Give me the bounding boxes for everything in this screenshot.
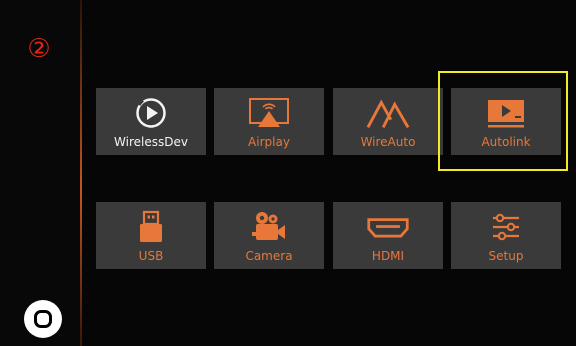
airplay-icon (247, 96, 291, 130)
camera-icon (247, 210, 291, 244)
launcher-screen: ② WirelessDev Airplay WireAuto Autolink … (0, 0, 576, 346)
tile-setup[interactable]: Setup (451, 202, 561, 269)
tile-label: WireAuto (360, 135, 416, 149)
sidebar-divider (80, 0, 82, 346)
tile-label: USB (138, 249, 164, 263)
tile-label: WirelessDev (114, 135, 188, 149)
tile-label: Camera (245, 249, 293, 263)
home-button[interactable] (24, 300, 62, 338)
tile-usb[interactable]: USB (96, 202, 206, 269)
tile-label: Airplay (248, 135, 290, 149)
sidebar: ② (0, 0, 80, 346)
usb-drive-icon (129, 210, 173, 244)
sliders-icon (484, 210, 528, 244)
tile-hdmi[interactable]: HDMI (333, 202, 443, 269)
hdmi-port-icon (366, 210, 410, 244)
wireauto-mountain-icon (366, 96, 410, 130)
wireless-play-icon (129, 96, 173, 130)
tile-label: HDMI (371, 249, 405, 263)
selection-highlight (438, 71, 568, 171)
step-number-badge: ② (27, 34, 51, 64)
tile-wirelessdev[interactable]: WirelessDev (96, 88, 206, 155)
tile-camera[interactable]: Camera (214, 202, 324, 269)
home-icon (34, 310, 52, 328)
tile-label: Setup (488, 249, 524, 263)
tile-wireauto[interactable]: WireAuto (333, 88, 443, 155)
tile-airplay[interactable]: Airplay (214, 88, 324, 155)
